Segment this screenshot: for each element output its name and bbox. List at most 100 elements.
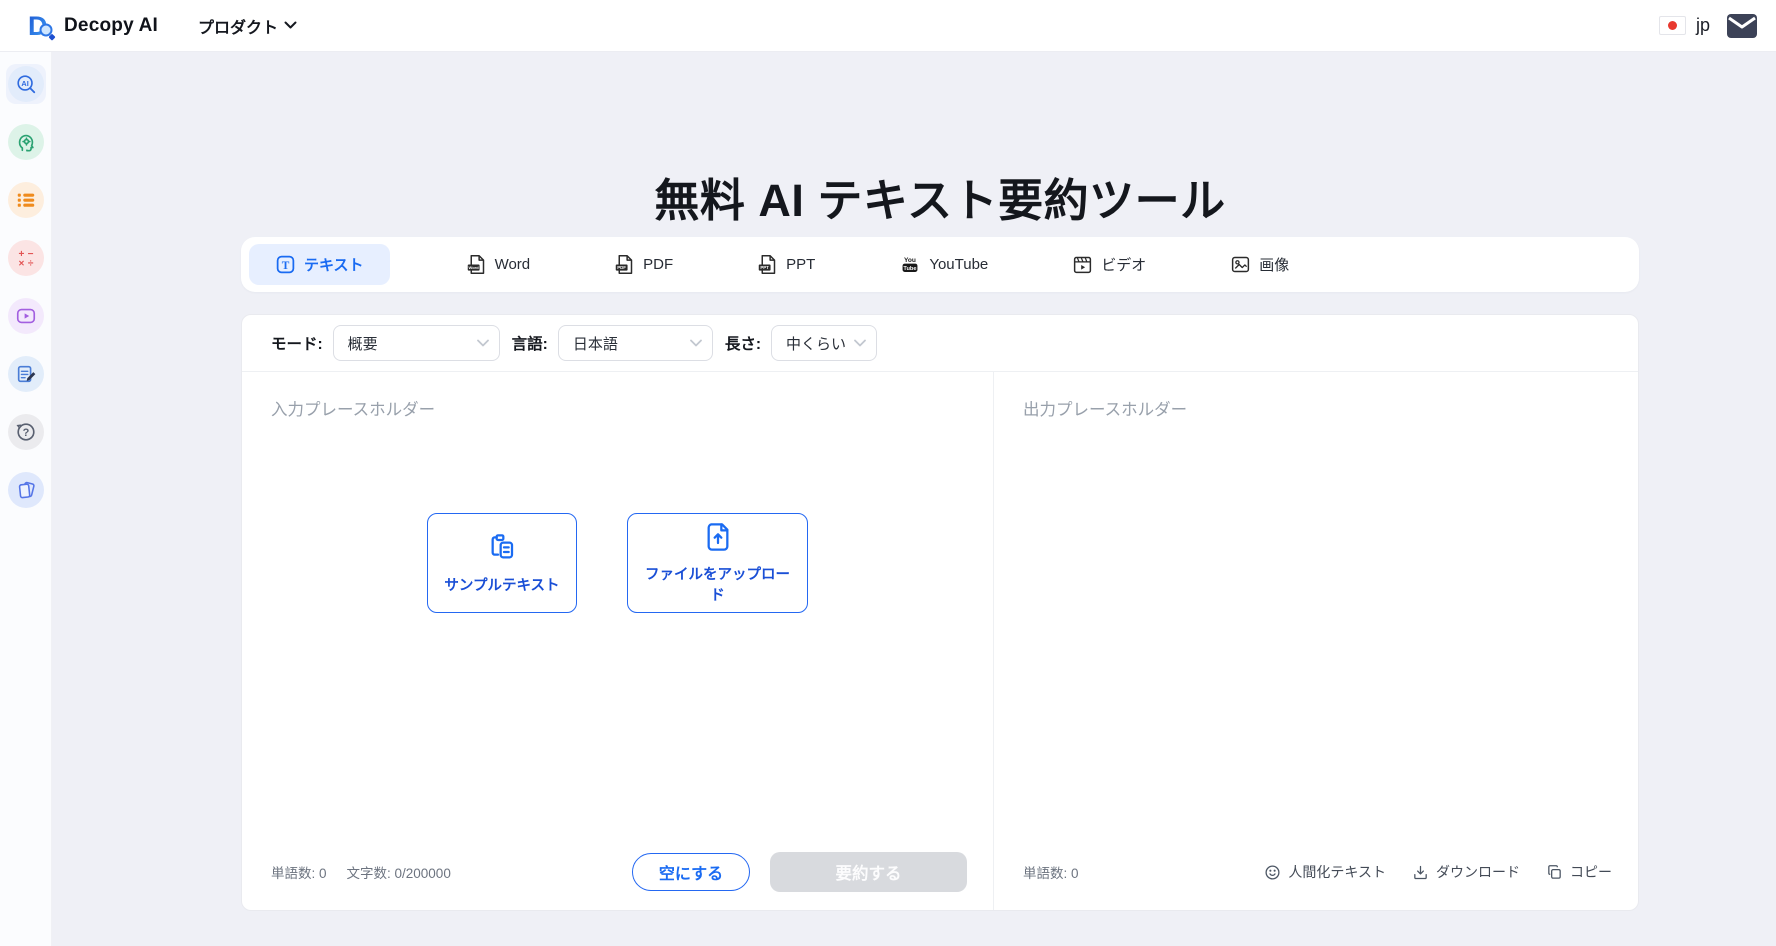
output-footer: 単語数: 0 人間化テキスト	[994, 840, 1638, 911]
svg-text:?: ?	[22, 427, 29, 439]
clear-button[interactable]: 空にする	[632, 853, 750, 891]
decopy-logo-icon: D	[26, 11, 56, 41]
summarizer-card: モード: 概要 言語: 日本語 長さ: 中くらい	[241, 314, 1639, 911]
sidebar-item-notes[interactable]	[6, 354, 46, 394]
svg-text:You: You	[904, 257, 916, 264]
mode-label: モード:	[271, 332, 323, 354]
svg-text:PPT: PPT	[761, 265, 770, 270]
top-header: D Decopy AI プロダクト jp	[0, 0, 1776, 52]
language-select[interactable]: 日本語	[558, 325, 713, 361]
word-doc-icon: Word	[466, 254, 487, 275]
svg-text:T: T	[282, 260, 290, 272]
length-select[interactable]: 中くらい	[771, 325, 877, 361]
page-title: 無料 AI テキスト要約ツール	[241, 164, 1639, 229]
svg-text:AI: AI	[21, 79, 28, 88]
chevron-down-icon	[477, 339, 489, 347]
sidebar-item-summarizer-list[interactable]	[6, 180, 46, 220]
tab-word[interactable]: Word Word	[458, 244, 539, 285]
tab-video[interactable]: ビデオ	[1064, 244, 1154, 285]
locale-label[interactable]: jp	[1696, 15, 1710, 36]
product-menu[interactable]: プロダクト	[198, 14, 297, 38]
copy-label: コピー	[1570, 862, 1612, 882]
list-icon	[8, 182, 44, 218]
sidebar-item-video-tools[interactable]	[6, 296, 46, 336]
image-icon	[1230, 254, 1251, 275]
sidebar-item-help[interactable]: ?	[6, 412, 46, 452]
text-icon: T	[275, 254, 296, 275]
tab-label: YouTube	[929, 256, 988, 273]
language-value: 日本語	[573, 333, 618, 354]
sidebar-item-flashcards[interactable]	[6, 470, 46, 510]
brand-name: Decopy AI	[64, 15, 158, 37]
pdf-doc-icon: PDF	[614, 254, 635, 275]
upload-file-button[interactable]: ファイルをアップロード	[627, 513, 808, 613]
youtube-icon: You Tube	[899, 254, 921, 275]
sidebar-item-humanizer[interactable]	[6, 122, 46, 162]
clipboard-icon	[486, 532, 518, 564]
video-play-icon	[8, 298, 44, 334]
mail-icon[interactable]	[1726, 13, 1758, 39]
humanize-label: 人間化テキスト	[1288, 862, 1386, 882]
tab-text[interactable]: T テキスト	[249, 244, 390, 285]
tab-label: テキスト	[304, 254, 364, 275]
notes-pencil-icon	[8, 356, 44, 392]
smiley-icon	[1264, 864, 1281, 881]
source-tabbar: T テキスト Word Word P	[241, 237, 1639, 292]
quick-actions: サンプルテキスト ファイルをアップロード	[242, 513, 993, 613]
download-button[interactable]: ダウンロード	[1412, 862, 1520, 882]
main-content: 無料 AI テキスト要約ツール T テキスト Word Word	[52, 52, 1776, 946]
chevron-down-icon	[690, 339, 702, 347]
tab-youtube[interactable]: You Tube YouTube	[891, 244, 996, 285]
tab-label: ビデオ	[1101, 254, 1146, 275]
file-upload-icon	[702, 521, 734, 553]
chevron-down-icon	[854, 339, 866, 347]
input-panel[interactable]: 入力プレースホルダー サンプルテキスト	[242, 372, 994, 911]
options-toolbar: モード: 概要 言語: 日本語 長さ: 中くらい	[242, 315, 1638, 372]
tab-label: 画像	[1259, 254, 1289, 275]
tools-sidebar: AI +− ×÷	[0, 52, 52, 946]
tab-label: PDF	[643, 256, 673, 273]
math-icon: +− ×÷	[8, 240, 44, 276]
svg-text:Tube: Tube	[904, 266, 917, 272]
upload-file-label: ファイルをアップロード	[642, 563, 793, 605]
svg-text:Word: Word	[468, 265, 479, 270]
download-label: ダウンロード	[1436, 862, 1520, 882]
sidebar-item-math-solver[interactable]: +− ×÷	[6, 238, 46, 278]
mode-select[interactable]: 概要	[333, 325, 500, 361]
input-char-count: 文字数: 0/200000	[347, 862, 451, 882]
video-clapper-icon	[1072, 254, 1093, 275]
sidebar-item-ai-detector[interactable]: AI	[6, 64, 46, 104]
brand-logo[interactable]: D Decopy AI	[26, 11, 158, 41]
product-menu-label: プロダクト	[198, 14, 278, 38]
tab-pdf[interactable]: PDF PDF	[606, 244, 681, 285]
copy-icon	[1546, 864, 1563, 881]
help-icon: ?	[8, 414, 44, 450]
chevron-down-icon	[284, 21, 297, 30]
flashcards-icon	[8, 472, 44, 508]
language-label: 言語:	[512, 332, 548, 354]
input-footer: 単語数: 0 文字数: 0/200000 空にする 要約する	[242, 840, 993, 911]
length-label: 長さ:	[725, 332, 761, 354]
tab-image[interactable]: 画像	[1222, 244, 1297, 285]
input-word-count: 単語数: 0	[271, 862, 327, 882]
ai-detector-icon: AI	[8, 66, 44, 102]
mode-value: 概要	[348, 333, 378, 354]
tab-ppt[interactable]: PPT PPT	[749, 244, 823, 285]
ppt-doc-icon: PPT	[757, 254, 778, 275]
sample-text-button[interactable]: サンプルテキスト	[427, 513, 577, 613]
copy-button[interactable]: コピー	[1546, 862, 1612, 882]
output-word-count: 単語数: 0	[1023, 862, 1079, 882]
sample-text-label: サンプルテキスト	[444, 574, 559, 595]
svg-text:÷: ÷	[27, 258, 33, 269]
output-panel: 出力プレースホルダー 単語数: 0	[994, 372, 1638, 911]
download-icon	[1412, 864, 1429, 881]
humanizer-head-icon	[8, 124, 44, 160]
japan-flag-icon	[1659, 16, 1686, 35]
input-placeholder: 入力プレースホルダー	[271, 396, 435, 420]
humanize-button[interactable]: 人間化テキスト	[1264, 862, 1386, 882]
summarize-button[interactable]: 要約する	[770, 852, 967, 892]
output-placeholder: 出力プレースホルダー	[1023, 396, 1187, 420]
svg-text:×: ×	[18, 258, 24, 269]
svg-text:PDF: PDF	[617, 265, 626, 270]
length-value: 中くらい	[786, 333, 846, 354]
